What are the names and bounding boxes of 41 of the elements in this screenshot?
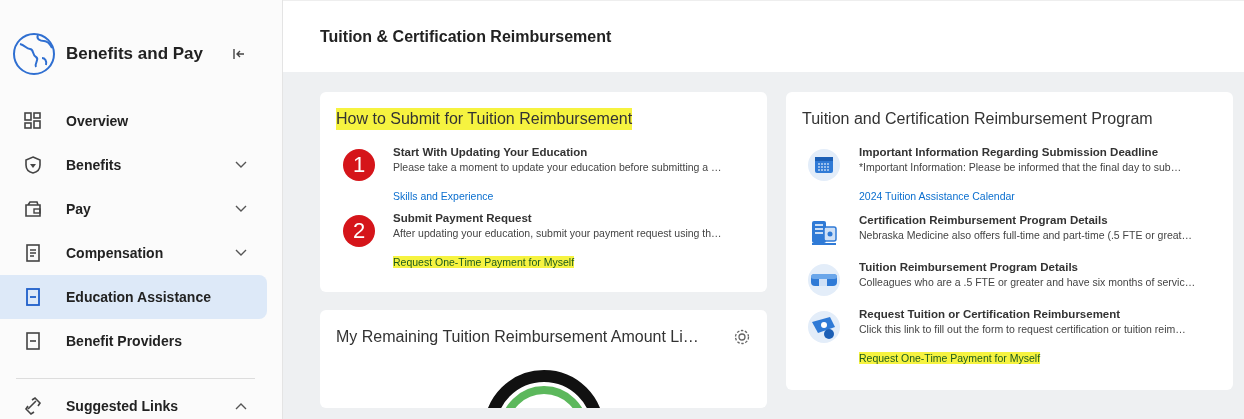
- card-title: My Remaining Tuition Reimbursement Amount Li…: [336, 327, 699, 347]
- link[interactable]: Request One-Time Payment for Myself: [859, 352, 1041, 364]
- card-title: Tuition and Certification Reimbursement Program: [802, 109, 1153, 129]
- nav-item[interactable]: Benefits: [0, 143, 267, 187]
- item-title: Request Tuition or Certification Reimbursement: [859, 308, 1121, 320]
- nav-item[interactable]: Pay: [0, 187, 267, 231]
- section-header[interactable]: Suggested Links: [0, 384, 267, 419]
- collapse-icon: [232, 48, 246, 60]
- grid-icon: [23, 111, 43, 131]
- calendar-icon: [808, 149, 840, 181]
- item-description: Click this link to fill out the form to request certification or tuition reim…: [859, 323, 1186, 335]
- step-number: 2: [343, 215, 375, 247]
- shield-icon: [23, 155, 43, 175]
- item-description: *Important Information: Please be informed that the final day to sub…: [859, 161, 1182, 173]
- item-title: Start With Updating Your Education: [393, 146, 588, 158]
- nav-item[interactable]: Overview: [0, 99, 267, 143]
- item-title: Tuition Reimbursement Program Details: [859, 261, 1078, 273]
- nav-item[interactable]: Education Assistance: [0, 275, 267, 319]
- step-number: 1: [343, 149, 375, 181]
- item-title: Submit Payment Request: [393, 212, 532, 224]
- link[interactable]: 2024 Tuition Assistance Calendar: [859, 190, 1015, 202]
- wallet-icon: [23, 199, 43, 219]
- page-title: Tuition & Certification Reimbursement: [320, 27, 612, 46]
- card-title: How to Submit for Tuition Reimbursement: [336, 108, 633, 130]
- settings-button[interactable]: [733, 328, 751, 346]
- nav-item[interactable]: Benefit Providers: [0, 319, 267, 363]
- app-title: Benefits and Pay: [66, 44, 204, 64]
- nav-item[interactable]: Compensation: [0, 231, 267, 275]
- settings-icon: [733, 328, 751, 346]
- item-description: Colleagues who are a .5 FTE or greater and have six months of servic…: [859, 276, 1196, 288]
- item-description: Nebraska Medicine also offers full-time and part-time (.5 FTE or great…: [859, 229, 1193, 241]
- document-icon: [23, 287, 43, 307]
- document-icon: [23, 243, 43, 263]
- globe-icon: [12, 32, 56, 76]
- link[interactable]: Skills and Experience: [393, 190, 494, 202]
- item-title: Certification Reimbursement Program Details: [859, 214, 1108, 226]
- item-description: Please take a moment to update your education before submitting a …: [393, 161, 722, 173]
- item-title: Important Information Regarding Submission Deadline: [859, 146, 1159, 158]
- document-icon: [23, 331, 43, 351]
- link[interactable]: Request One-Time Payment for Myself: [393, 256, 575, 268]
- item-description: After updating your education, submit your payment request using th…: [393, 227, 722, 239]
